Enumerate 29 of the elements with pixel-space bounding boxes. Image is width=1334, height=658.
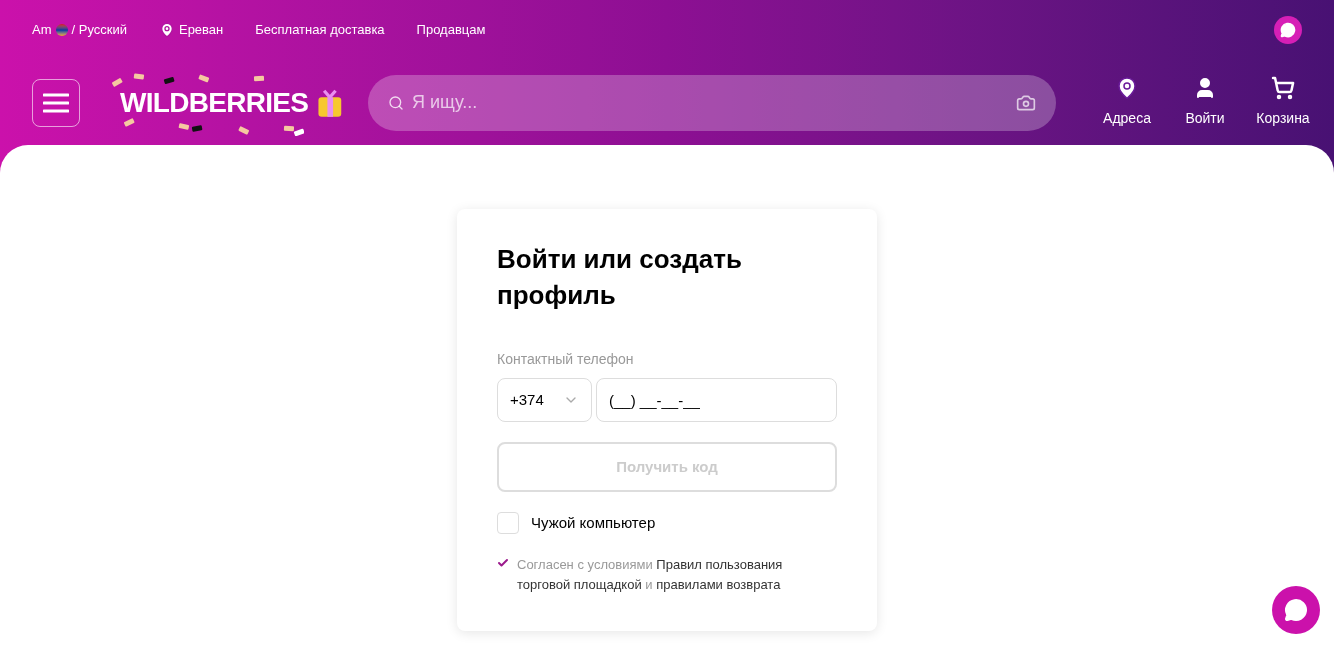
city-link[interactable]: Ереван <box>178 20 224 40</box>
flag-icon <box>55 24 68 36</box>
chat-button[interactable] <box>1274 16 1302 44</box>
phone-field[interactable]: (__) __-__-__ <box>596 378 837 422</box>
language-link[interactable]: Am <box>32 20 52 40</box>
menu-button[interactable] <box>32 78 80 127</box>
login-title: Войти или создать профиль <box>497 243 743 312</box>
header-action[interactable]: Адреса <box>1100 76 1154 129</box>
map-pin-icon <box>1115 76 1139 100</box>
language-link[interactable]: / Русский <box>71 20 127 40</box>
menu-icon <box>43 92 69 113</box>
country-code-select[interactable]: +374 <box>497 378 592 422</box>
terms-link[interactable]: Правил пользования <box>656 556 783 572</box>
header-action[interactable]: Войти <box>1178 76 1232 129</box>
top-link[interactable]: Бесплатная доставка <box>255 20 385 40</box>
phone-label: Контактный телефон <box>497 350 635 369</box>
checkbox-label: Чужой компьютер <box>531 513 656 533</box>
consent-text: Согласен с условиями Правил пользования торговой площадкой и правилами возврата <box>517 555 784 594</box>
top-link[interactable]: Продавцам <box>416 20 486 40</box>
cart-icon <box>1271 76 1295 100</box>
chat-icon <box>1284 598 1308 622</box>
terms-link[interactable]: торговой площадкой <box>517 576 642 592</box>
terms-link[interactable]: правилами возврата <box>656 576 781 592</box>
search-icon <box>388 94 404 111</box>
map-pin-icon <box>158 22 175 38</box>
logo[interactable]: WILDBERRIES <box>120 81 309 124</box>
checkbox[interactable] <box>497 512 519 535</box>
header-action[interactable]: Корзина <box>1256 76 1310 129</box>
chat-icon <box>1280 22 1296 38</box>
